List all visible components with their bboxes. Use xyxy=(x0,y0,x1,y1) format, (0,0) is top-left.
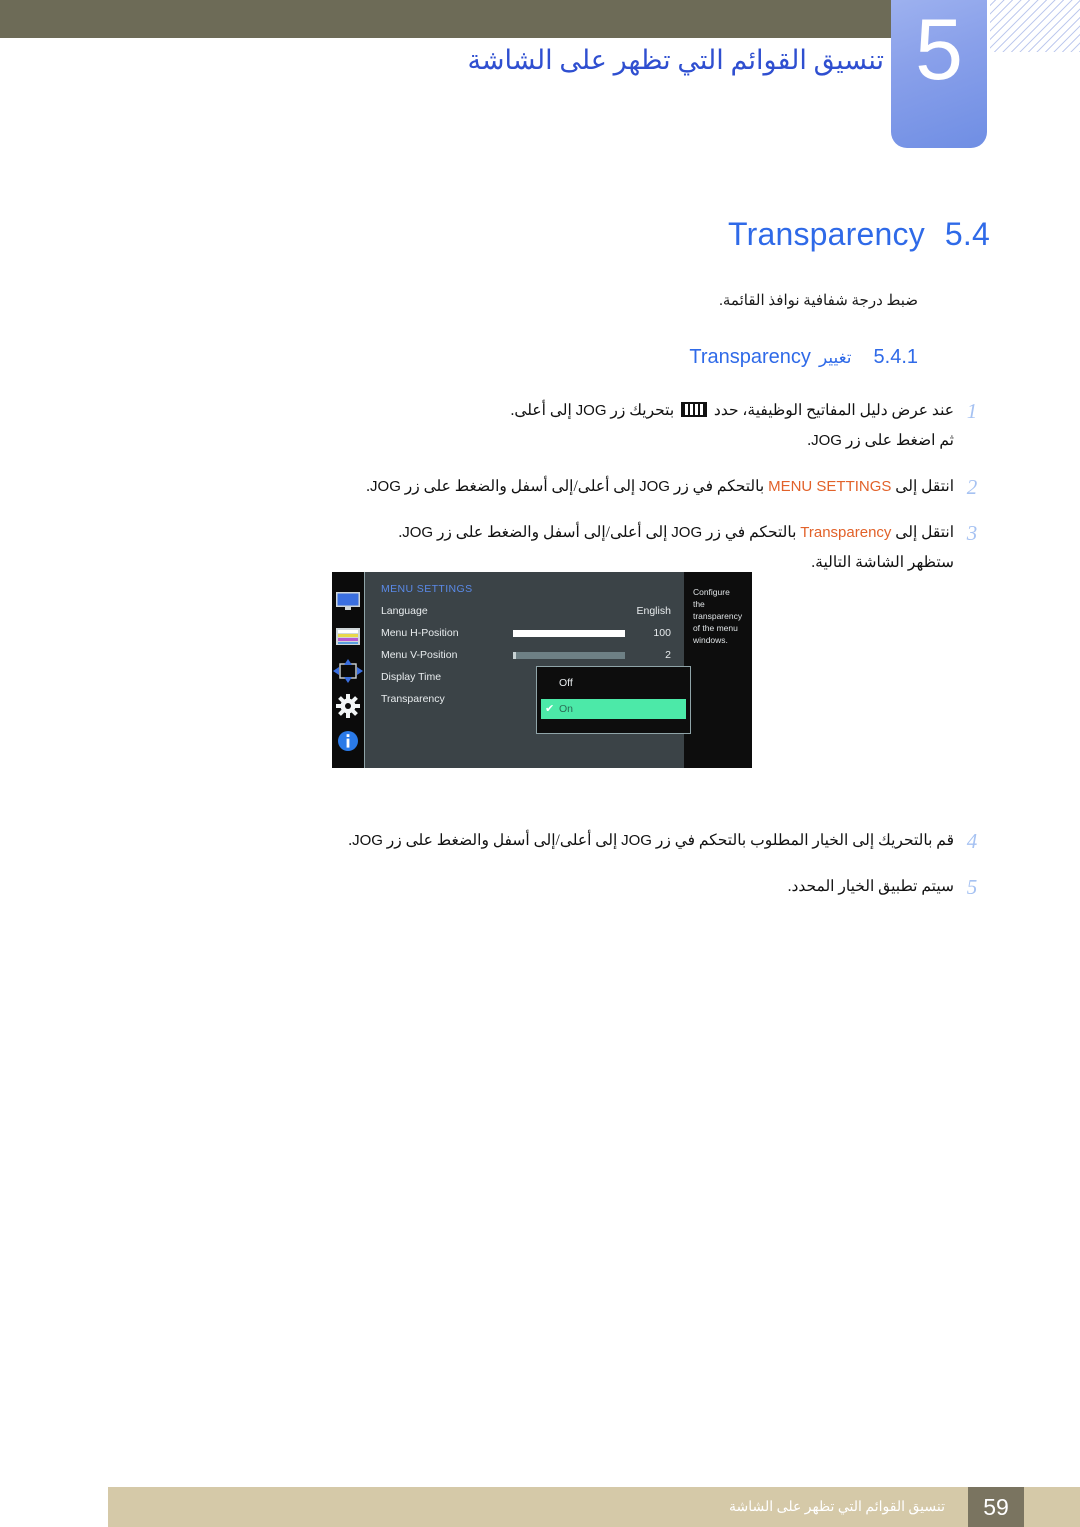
step-item: 4 قم بالتحريك إلى الخيار المطلوب بالتحكم… xyxy=(160,826,990,856)
step-item: 5 سيتم تطبيق الخيار المحدد. xyxy=(160,872,990,902)
section-heading: 5.4 Transparency xyxy=(728,212,990,256)
section-number: 5.4 xyxy=(944,216,990,252)
position-arrows-icon[interactable] xyxy=(332,658,363,683)
step4-part-a: قم بالتحريك إلى الخيار المطلوب بالتحكم ف… xyxy=(651,832,954,849)
chapter-number: 5 xyxy=(915,2,963,98)
step-text: عند عرض دليل المفاتيح الوظيفية، حدد بتحر… xyxy=(160,396,954,456)
osd-row-menu-h-position[interactable]: Menu H-Position 100 xyxy=(365,622,683,644)
info-icon[interactable] xyxy=(333,729,363,753)
osd-row-value: 2 xyxy=(665,649,671,661)
osd-sidebar xyxy=(332,572,364,768)
subsection-number: 5.4.1 xyxy=(873,346,918,368)
slider-track[interactable] xyxy=(512,629,625,637)
jog-label: JOG xyxy=(639,478,670,495)
step2-part-b: بالتحكم في زر xyxy=(669,478,769,495)
monitor-icon[interactable] xyxy=(333,589,363,613)
step1-part-b: بتحريك زر xyxy=(606,402,679,419)
jog-label: JOG xyxy=(402,524,434,541)
step2-highlight: MENU SETTINGS xyxy=(768,478,892,495)
osd-menu-title: MENU SETTINGS xyxy=(380,583,473,595)
dropdown-option-label: Off xyxy=(558,677,573,689)
header-olive-bar xyxy=(0,0,891,38)
step-number: 5 xyxy=(966,875,978,899)
step2-part-a: انتقل إلى xyxy=(891,478,954,495)
step-number: 1 xyxy=(966,399,978,423)
osd-row-label: Display Time xyxy=(380,671,442,683)
dropdown-option-on[interactable]: ✔ On xyxy=(540,699,686,719)
step1-part-a: عند عرض دليل المفاتيح الوظيفية، حدد xyxy=(710,402,954,419)
osd-menu-panel: MENU SETTINGS Language English Menu H-Po… xyxy=(363,572,691,768)
step3-part-a: انتقل إلى xyxy=(891,524,954,541)
osd-row-label: Menu V-Position xyxy=(380,649,458,661)
step3-highlight: Transparency xyxy=(800,524,892,541)
step4-part-c: إلى أعلى/إلى أسفل والضغط على زر xyxy=(382,832,622,849)
step-number: 4 xyxy=(966,829,978,853)
page-number: 59 xyxy=(983,1494,1009,1520)
step-text: قم بالتحريك إلى الخيار المطلوب بالتحكم ف… xyxy=(160,826,954,856)
osd-row-label: Language xyxy=(380,605,428,617)
jog-label: JOG xyxy=(370,478,401,495)
osd-row-value: English xyxy=(636,605,671,617)
step-item: 2 انتقل إلى MENU SETTINGS بالتحكم في زر … xyxy=(160,472,990,502)
subsection-english-label: Transparency xyxy=(689,346,811,368)
chapter-title: تنسيق القوائم التي تظهر على الشاشة xyxy=(467,45,884,75)
slider-handle[interactable] xyxy=(512,651,516,659)
slider-fill xyxy=(512,629,625,637)
checkmark-icon: ✔ xyxy=(544,703,555,715)
transparency-dropdown[interactable]: Off ✔ On xyxy=(535,666,691,734)
footer-page-box: 59 xyxy=(968,1487,1024,1527)
chapter-tab: 5 xyxy=(891,0,987,148)
jog-label: JOG xyxy=(575,402,607,419)
menu-bars-icon xyxy=(681,402,708,417)
dropdown-option-off[interactable]: Off xyxy=(537,673,690,693)
section-title-text: Transparency xyxy=(728,216,925,252)
step1-line2: ثم اضغط على زر JOG. xyxy=(166,426,954,456)
footer-chapter-text: تنسيق القوائم التي تظهر على الشاشة xyxy=(729,1500,945,1515)
dropdown-option-label: On xyxy=(558,703,573,715)
jog-label: JOG xyxy=(811,432,842,449)
header-hatch-decoration xyxy=(990,0,1080,52)
step1-part-c: إلى أعلى. xyxy=(510,402,576,419)
gear-icon[interactable] xyxy=(333,693,363,718)
jog-label: JOG xyxy=(621,832,652,849)
step-number: 2 xyxy=(966,475,978,499)
color-bars-icon[interactable] xyxy=(333,624,363,648)
osd-row-value: 100 xyxy=(653,627,671,639)
osd-screenshot: MENU SETTINGS Language English Menu H-Po… xyxy=(332,572,752,768)
step3-part-b: بالتحكم في زر xyxy=(702,524,801,541)
slider-fill xyxy=(512,651,625,659)
subsection-heading: 5.4.1 تغيير Transparency xyxy=(689,342,918,373)
osd-row-slider[interactable] xyxy=(512,629,625,637)
step2-part-c: إلى أعلى/إلى أسفل والضغط على زر xyxy=(400,478,640,495)
step-item: 1 عند عرض دليل المفاتيح الوظيفية، حدد بت… xyxy=(160,396,990,456)
jog-label: JOG xyxy=(352,832,383,849)
step-text: انتقل إلى Transparency بالتحكم في زر JOG… xyxy=(160,518,954,578)
jog-label: JOG xyxy=(671,524,703,541)
step3-part-c: إلى أعلى/إلى أسفل والضغط على زر xyxy=(433,524,672,541)
step-item: 3 انتقل إلى Transparency بالتحكم في زر J… xyxy=(160,518,990,578)
osd-row-label: Menu H-Position xyxy=(380,627,459,639)
section-description: ضبط درجة شفافية نوافذ القائمة. xyxy=(719,293,918,309)
step-text: انتقل إلى MENU SETTINGS بالتحكم في زر JO… xyxy=(160,472,954,502)
step-number: 3 xyxy=(966,521,978,545)
osd-row-label: Transparency xyxy=(380,693,445,705)
subsection-arabic-label: تغيير xyxy=(818,348,852,367)
step-text: سيتم تطبيق الخيار المحدد. xyxy=(787,878,954,895)
osd-help-panel: Configure the transparency of the menu w… xyxy=(682,572,752,768)
manual-page: 5 تنسيق القوائم التي تظهر على الشاشة 5.4… xyxy=(0,0,1080,1527)
osd-row-menu-v-position[interactable]: Menu V-Position 2 xyxy=(365,644,683,666)
slider-track[interactable] xyxy=(512,651,625,659)
step1-line2-a: ثم اضغط على زر xyxy=(841,432,954,449)
osd-row-language[interactable]: Language English xyxy=(365,600,683,622)
osd-row-slider[interactable] xyxy=(512,651,625,659)
